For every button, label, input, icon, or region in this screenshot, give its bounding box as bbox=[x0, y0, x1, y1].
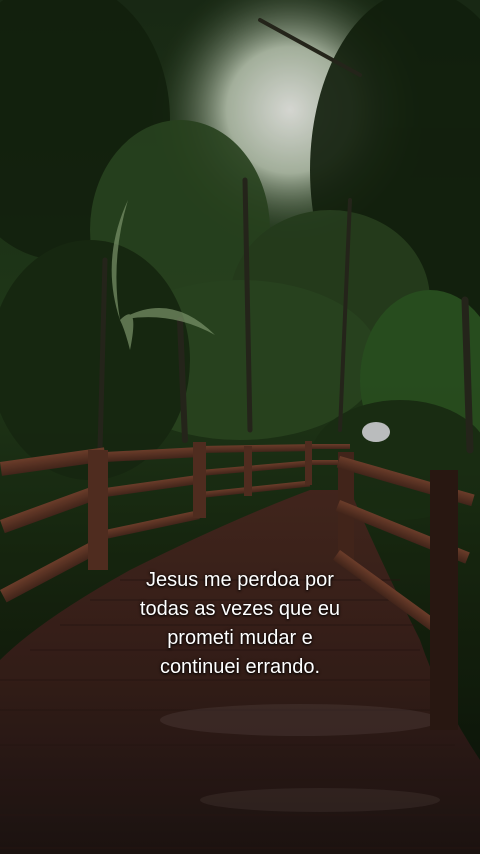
forest-boardwalk-photo bbox=[0, 0, 480, 854]
caption-line-4: continuei errando. bbox=[159, 656, 321, 678]
caption-line-2: todas as vezes que eu bbox=[139, 598, 341, 620]
video-frame: Jesus me perdoa por todas as vezes que e… bbox=[0, 0, 480, 854]
caption-line-1: Jesus me perdoa por bbox=[146, 569, 334, 591]
caption-overlay: Jesus me perdoa por todas as vezes que e… bbox=[40, 566, 440, 682]
caption-line-3: prometi mudar e bbox=[167, 627, 313, 649]
